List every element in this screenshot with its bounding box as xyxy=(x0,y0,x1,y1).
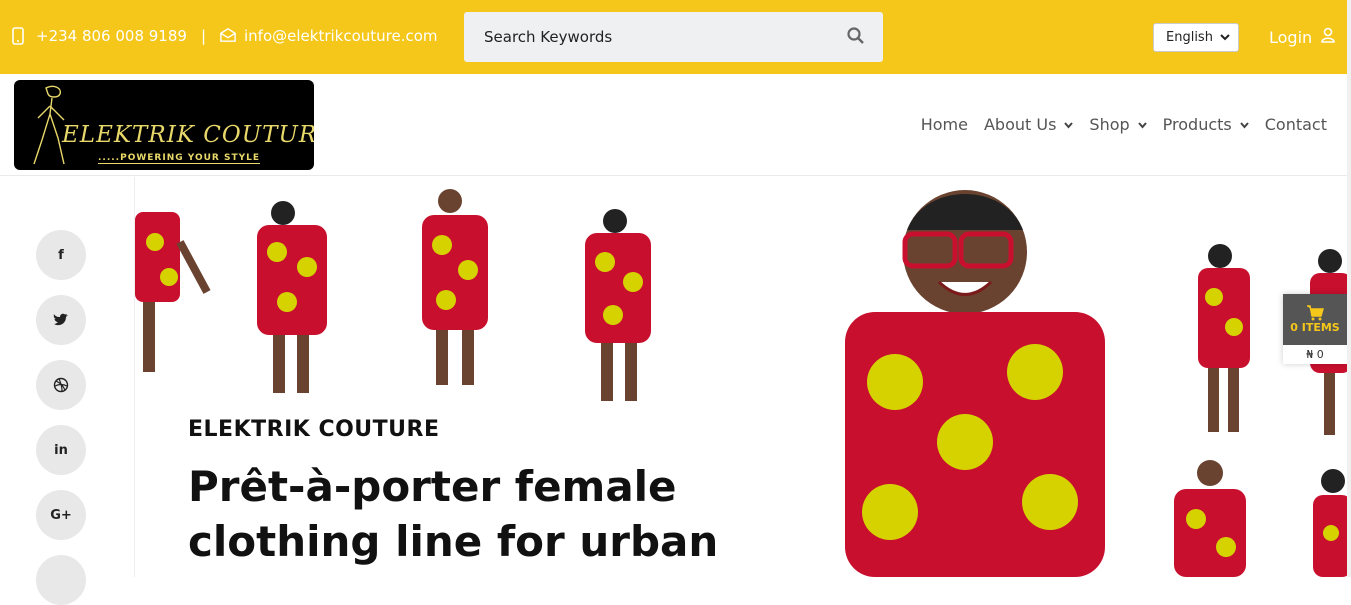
linkedin-icon[interactable]: in xyxy=(36,425,86,475)
logo-brand-text: ELEKTRIK COUTURE xyxy=(62,122,314,148)
model-image xyxy=(135,212,211,372)
email-link[interactable]: info@elektrikcouture.com xyxy=(244,27,438,45)
top-bar: +234 806 008 9189 | info@elektrikcouture… xyxy=(0,0,1351,74)
language-value: English xyxy=(1166,30,1213,45)
phone-number[interactable]: +234 806 008 9189 xyxy=(36,27,187,45)
model-image xyxy=(585,209,651,401)
chevron-down-icon xyxy=(1220,31,1230,47)
nav-shop-label: Shop xyxy=(1089,115,1130,134)
main-nav: Home About Us Shop Products Contact xyxy=(921,115,1327,134)
contact-info: +234 806 008 9189 | info@elektrikcouture… xyxy=(12,27,438,45)
chevron-down-icon xyxy=(1064,121,1074,129)
nav-home-label: Home xyxy=(920,115,968,134)
hero-headline: Prêt-à-porter female clothing line for u… xyxy=(188,462,719,577)
page-scrollbar[interactable] xyxy=(1347,0,1351,577)
search-input[interactable]: Search Keywords xyxy=(464,12,883,62)
nav-about-us-label: About Us xyxy=(983,115,1057,134)
nav-about-us[interactable]: About Us xyxy=(983,115,1074,134)
google-plus-icon[interactable]: G+ xyxy=(36,490,86,540)
twitter-icon[interactable] xyxy=(36,295,86,345)
nav-home[interactable]: Home xyxy=(921,115,968,134)
main-header: ELEKTRIK COUTURE .....POWERING YOUR STYL… xyxy=(0,74,1351,176)
cart-icon xyxy=(1307,305,1324,321)
login-label: Login xyxy=(1269,27,1313,47)
logo-tagline: .....POWERING YOUR STYLE xyxy=(98,153,260,164)
model-image xyxy=(257,201,327,393)
facebook-icon[interactable]: f xyxy=(36,230,86,280)
chevron-down-icon xyxy=(1137,121,1147,129)
chevron-down-icon xyxy=(1239,121,1249,129)
login-link[interactable]: Login xyxy=(1269,27,1335,47)
model-hero-image xyxy=(845,190,1105,577)
model-image xyxy=(422,189,488,385)
cart-summary: 0 ITEMS xyxy=(1283,294,1347,345)
model-image xyxy=(1174,460,1246,577)
hero-brand-label: ELEKTRIK COUTURE xyxy=(188,417,440,442)
envelope-icon xyxy=(220,27,236,45)
hero-banner: ELEKTRIK COUTURE Prêt-à-porter female cl… xyxy=(134,177,1351,577)
nav-products[interactable]: Products xyxy=(1163,115,1249,134)
cart-amount: ₦ 0 xyxy=(1306,348,1324,361)
instagram-icon[interactable] xyxy=(36,555,86,605)
nav-contact-label: Contact xyxy=(1264,115,1327,134)
model-image xyxy=(1313,469,1351,577)
site-logo[interactable]: ELEKTRIK COUTURE .....POWERING YOUR STYL… xyxy=(14,80,314,170)
model-image xyxy=(1198,244,1250,432)
nav-shop[interactable]: Shop xyxy=(1089,115,1147,134)
search-icon[interactable] xyxy=(847,27,865,49)
mini-cart[interactable]: 0 ITEMS ₦ 0 xyxy=(1283,294,1347,364)
user-icon xyxy=(1321,27,1335,47)
language-select[interactable]: English xyxy=(1153,23,1239,52)
search-placeholder: Search Keywords xyxy=(484,28,613,46)
social-links: f in G+ xyxy=(36,230,86,605)
nav-products-label: Products xyxy=(1162,115,1232,134)
dribbble-icon[interactable] xyxy=(36,360,86,410)
phone-icon xyxy=(12,27,28,45)
cart-items-count: 0 ITEMS xyxy=(1290,321,1340,334)
nav-contact[interactable]: Contact xyxy=(1265,115,1327,134)
contact-separator: | xyxy=(200,27,206,45)
